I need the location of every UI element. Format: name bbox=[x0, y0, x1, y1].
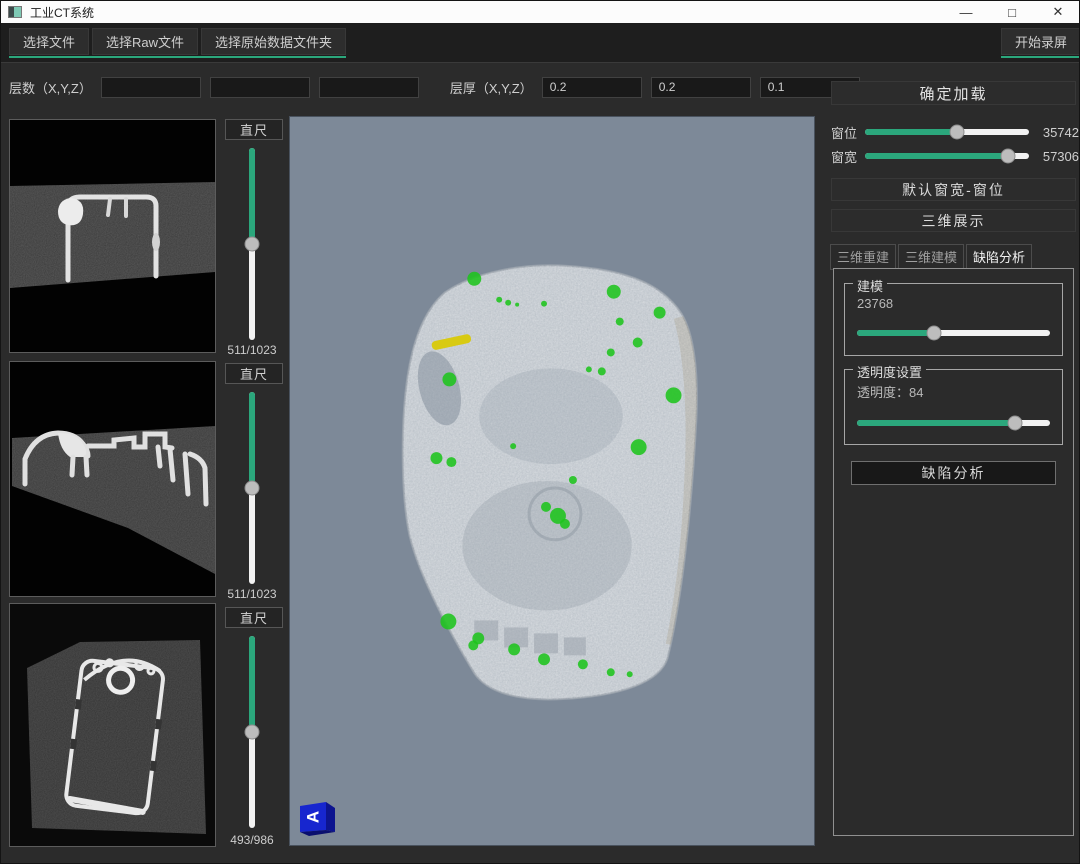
ruler-button-axial[interactable]: 直尺 bbox=[225, 119, 283, 140]
opacity-legend: 透明度设置 bbox=[853, 362, 926, 381]
layers-z-input[interactable] bbox=[319, 77, 419, 98]
opacity-slider[interactable] bbox=[857, 420, 1050, 426]
slice-slider-axial-handle[interactable] bbox=[245, 237, 260, 252]
close-button[interactable]: ✕ bbox=[1035, 1, 1080, 23]
tab-defect-analysis[interactable]: 缺陷分析 bbox=[966, 244, 1032, 270]
slice-slider-coronal[interactable] bbox=[249, 392, 255, 584]
slice-slider-sagittal-handle[interactable] bbox=[245, 725, 260, 740]
window-width-value: 57306 bbox=[1035, 149, 1079, 164]
modeling-legend: 建模 bbox=[853, 276, 887, 295]
slice-view-coronal[interactable] bbox=[9, 361, 216, 597]
viewport-3d[interactable]: A bbox=[289, 116, 815, 846]
slice-position-axial: 511/1023 bbox=[213, 343, 291, 357]
opacity-slider-handle[interactable] bbox=[1008, 416, 1023, 431]
toolbar: 选择文件 选择Raw文件 选择原始数据文件夹 开始录屏 bbox=[1, 23, 1080, 63]
ruler-button-sagittal[interactable]: 直尺 bbox=[225, 607, 283, 628]
defect-analysis-pane: 建模 23768 透明度设置 透明度：84 缺陷分析 bbox=[833, 268, 1074, 836]
slice-position-sagittal: 493/986 bbox=[213, 833, 291, 847]
opacity-value-label: 透明度：84 bbox=[857, 382, 923, 401]
slice-slider-axial[interactable] bbox=[249, 148, 255, 340]
window-width-row: 窗宽 57306 bbox=[831, 148, 1079, 164]
select-file-button[interactable]: 选择文件 bbox=[9, 28, 89, 55]
modeling-value: 23768 bbox=[857, 296, 893, 311]
tab-3d-modeling[interactable]: 三维建模 bbox=[898, 244, 964, 270]
modeling-slider-handle[interactable] bbox=[927, 326, 942, 341]
tab-3d-reconstruction[interactable]: 三维重建 bbox=[830, 244, 896, 270]
minimize-button[interactable]: — bbox=[943, 1, 989, 23]
ruler-group-axial: 直尺 511/1023 bbox=[219, 119, 285, 353]
window-level-slider-handle[interactable] bbox=[949, 125, 964, 140]
orientation-cube[interactable]: A bbox=[297, 796, 339, 838]
opacity-groupbox: 透明度设置 透明度：84 bbox=[844, 369, 1063, 445]
window-level-value: 35742 bbox=[1035, 125, 1079, 140]
select-raw-file-button[interactable]: 选择Raw文件 bbox=[92, 28, 198, 55]
slice-view-axial[interactable] bbox=[9, 119, 216, 353]
app-icon bbox=[8, 6, 22, 18]
ruler-group-coronal: 直尺 511/1023 bbox=[219, 363, 285, 597]
maximize-button[interactable]: □ bbox=[989, 1, 1035, 23]
window-level-label: 窗位 bbox=[831, 123, 865, 142]
parameter-row: 层数（X,Y,Z） 层厚（X,Y,Z） bbox=[1, 64, 821, 110]
window-width-label: 窗宽 bbox=[831, 147, 865, 166]
window-level-row: 窗位 35742 bbox=[831, 124, 1079, 140]
thickness-y-input[interactable] bbox=[651, 77, 751, 98]
slice-slider-sagittal[interactable] bbox=[249, 636, 255, 828]
window-title: 工业CT系统 bbox=[30, 4, 94, 21]
title-bar: 工业CT系统 — □ ✕ bbox=[1, 1, 1080, 23]
record-button-wrap: 开始录屏 bbox=[1001, 28, 1080, 58]
window-level-slider[interactable] bbox=[865, 129, 1029, 135]
window-width-slider[interactable] bbox=[865, 153, 1029, 159]
ruler-group-sagittal: 直尺 493/986 bbox=[219, 607, 285, 841]
modeling-groupbox: 建模 23768 bbox=[844, 283, 1063, 356]
default-ww-wl-button[interactable]: 默认窗宽-窗位 bbox=[831, 178, 1076, 201]
slice-position-coronal: 511/1023 bbox=[213, 587, 291, 601]
slice-view-sagittal[interactable] bbox=[9, 603, 216, 847]
defect-analysis-button[interactable]: 缺陷分析 bbox=[851, 461, 1056, 485]
analysis-tabs: 三维重建 三维建模 缺陷分析 bbox=[830, 244, 1032, 270]
orientation-cube-letter: A bbox=[304, 811, 323, 823]
layers-x-input[interactable] bbox=[101, 77, 201, 98]
layers-label: 层数（X,Y,Z） bbox=[9, 78, 92, 97]
select-raw-folder-button[interactable]: 选择原始数据文件夹 bbox=[201, 28, 346, 55]
display-3d-button[interactable]: 三维展示 bbox=[831, 209, 1076, 232]
window-width-slider-handle[interactable] bbox=[1000, 149, 1015, 164]
ct-volume bbox=[290, 117, 814, 844]
file-button-group: 选择文件 选择Raw文件 选择原始数据文件夹 bbox=[9, 28, 346, 58]
ruler-button-coronal[interactable]: 直尺 bbox=[225, 363, 283, 384]
layers-y-input[interactable] bbox=[210, 77, 310, 98]
app-window: 工业CT系统 — □ ✕ 选择文件 选择Raw文件 选择原始数据文件夹 开始录屏… bbox=[0, 0, 1080, 864]
modeling-slider[interactable] bbox=[857, 330, 1050, 336]
start-record-button[interactable]: 开始录屏 bbox=[1001, 28, 1080, 55]
confirm-load-button[interactable]: 确定加载 bbox=[831, 81, 1076, 105]
slice-slider-coronal-handle[interactable] bbox=[245, 481, 260, 496]
thickness-label: 层厚（X,Y,Z） bbox=[450, 78, 533, 97]
thickness-x-input[interactable] bbox=[542, 77, 642, 98]
